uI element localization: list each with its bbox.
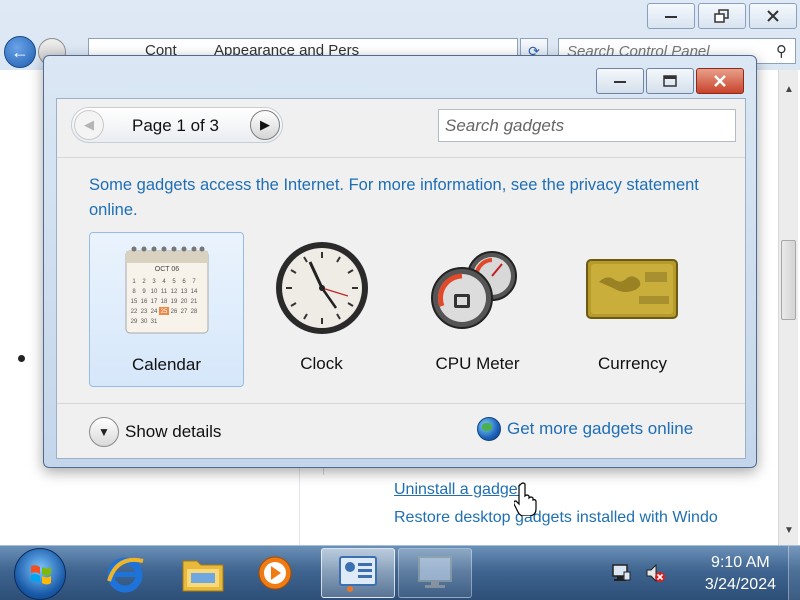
- clock-time: 9:10 AM: [711, 554, 770, 571]
- vertical-scrollbar[interactable]: ▲ ▼: [778, 70, 798, 545]
- start-button[interactable]: [14, 548, 66, 600]
- maximize-icon: [663, 75, 677, 87]
- gadgets-caption-buttons: [596, 68, 744, 94]
- cpu-meter-icon: [431, 251, 517, 329]
- taskbar-windows-explorer[interactable]: [166, 548, 240, 598]
- gadget-label: Currency: [598, 354, 667, 373]
- gadgets-maximize-button[interactable]: [646, 68, 694, 94]
- scroll-down-icon[interactable]: ▼: [784, 525, 794, 536]
- cp-restore-button[interactable]: [698, 3, 746, 29]
- gadget-clock[interactable]: Clock: [244, 232, 399, 387]
- gadgets-search-input[interactable]: Search gadgets: [438, 109, 736, 142]
- cp-minimize-button[interactable]: [647, 3, 695, 29]
- svg-text:13: 13: [181, 289, 188, 295]
- svg-text:22: 22: [131, 309, 138, 315]
- svg-text:12: 12: [171, 289, 178, 295]
- gadget-label: Clock: [300, 354, 343, 373]
- next-page-button[interactable]: ▶: [250, 110, 280, 140]
- get-more-gadgets-label: Get more gadgets online: [507, 419, 694, 438]
- media-player-icon: [258, 556, 292, 590]
- svg-text:14: 14: [191, 289, 198, 295]
- taskbar-gadgets[interactable]: [321, 548, 395, 598]
- page-navigator: ◀ Page 1 of 3 ▶: [71, 107, 283, 143]
- gadget-label: Calendar: [132, 355, 201, 374]
- windows-logo-icon: [31, 565, 51, 585]
- scroll-up-icon[interactable]: ▲: [784, 84, 794, 95]
- taskbar-media-player[interactable]: [238, 548, 312, 598]
- scroll-thumb[interactable]: [781, 240, 796, 320]
- gadgets-close-button[interactable]: [696, 68, 744, 94]
- chevron-left-icon: ◀: [84, 117, 94, 132]
- minimize-icon: [665, 16, 677, 18]
- svg-text:31: 31: [151, 319, 158, 325]
- svg-text:27: 27: [181, 309, 188, 315]
- folder-icon: [182, 560, 224, 592]
- svg-text:29: 29: [131, 319, 138, 325]
- show-details-toggle[interactable]: ▼ Show details: [89, 417, 221, 447]
- chevron-down-icon: ▼: [89, 417, 119, 447]
- restore-icon: [714, 9, 729, 23]
- gadget-cpu-meter[interactable]: CPU Meter: [400, 232, 555, 387]
- svg-text:28: 28: [191, 309, 198, 315]
- monitor-icon: [418, 556, 452, 588]
- gadget-label: CPU Meter: [435, 354, 520, 373]
- get-more-gadgets-link[interactable]: Get more gadgets online: [477, 417, 693, 441]
- gadgets-window: ◀ Page 1 of 3 ▶ Search gadgets Some gadg…: [43, 55, 757, 468]
- internet-notice[interactable]: Some gadgets access the Internet. For mo…: [89, 173, 709, 223]
- svg-text:26: 26: [171, 309, 178, 315]
- gadget-calendar[interactable]: OCT 06 1234567 8 9 10 11 12 13 14 15 16 17 18 19 20…: [89, 232, 244, 387]
- svg-text:25: 25: [161, 309, 168, 315]
- taskbar-desktop-app[interactable]: [398, 548, 472, 598]
- svg-text:20: 20: [181, 299, 188, 305]
- gadget-currency[interactable]: Currency: [555, 232, 710, 387]
- clock-icon: [276, 242, 368, 334]
- back-button[interactable]: ←: [4, 36, 36, 68]
- divider: [57, 403, 745, 404]
- svg-text:21: 21: [191, 299, 198, 305]
- chevron-right-icon: ▶: [260, 117, 270, 132]
- currency-icon: [586, 259, 678, 319]
- svg-text:18: 18: [161, 299, 168, 305]
- divider: [57, 157, 745, 158]
- speaker-muted-icon[interactable]: [644, 562, 666, 584]
- close-icon: [767, 10, 779, 22]
- cp-caption-buttons: [647, 3, 797, 29]
- calendar-icon: OCT 06 1234567 8 9 10 11 12 13 14 15 16 17 18 19 20…: [125, 246, 209, 334]
- gadgets-minimize-button[interactable]: [596, 68, 644, 94]
- internet-explorer-icon: [107, 557, 144, 593]
- svg-text:17: 17: [151, 299, 158, 305]
- globe-icon: [477, 417, 501, 441]
- svg-text:23: 23: [141, 309, 148, 315]
- gadgets-icon: [339, 556, 377, 592]
- gadgets-gallery: ◀ Page 1 of 3 ▶ Search gadgets Some gadg…: [56, 98, 746, 459]
- calendar-header: OCT 06: [155, 266, 179, 273]
- taskbar-internet-explorer[interactable]: [88, 548, 162, 598]
- page-indicator: Page 1 of 3: [132, 116, 219, 135]
- svg-text:30: 30: [141, 319, 148, 325]
- svg-text:19: 19: [171, 299, 178, 305]
- show-details-label: Show details: [125, 422, 222, 441]
- system-clock[interactable]: 9:10 AM 3/24/2024: [705, 552, 776, 596]
- back-arrow-icon: ←: [11, 41, 29, 62]
- show-desktop-button[interactable]: [788, 546, 800, 600]
- previous-page-button[interactable]: ◀: [74, 110, 104, 140]
- svg-text:11: 11: [161, 289, 168, 295]
- search-icon: ⚲: [776, 43, 787, 60]
- uninstall-gadget-link[interactable]: Uninstall a gadget: [394, 481, 522, 499]
- network-icon[interactable]: [610, 562, 632, 584]
- svg-text:15: 15: [131, 299, 138, 305]
- bullet-icon: [18, 355, 25, 362]
- svg-text:10: 10: [151, 289, 158, 295]
- svg-text:24: 24: [151, 309, 158, 315]
- gadget-list: OCT 06 1234567 8 9 10 11 12 13 14 15 16 17 18 19 20…: [89, 232, 729, 387]
- taskbar: 9:10 AM 3/24/2024: [0, 545, 800, 600]
- minimize-icon: [614, 81, 626, 83]
- hand-cursor-icon: [514, 482, 537, 516]
- close-icon: [714, 75, 726, 87]
- restore-gadgets-link[interactable]: Restore desktop gadgets installed with W…: [394, 509, 754, 527]
- clock-date: 3/24/2024: [704, 576, 776, 593]
- svg-text:16: 16: [141, 299, 148, 305]
- cp-close-button[interactable]: [749, 3, 797, 29]
